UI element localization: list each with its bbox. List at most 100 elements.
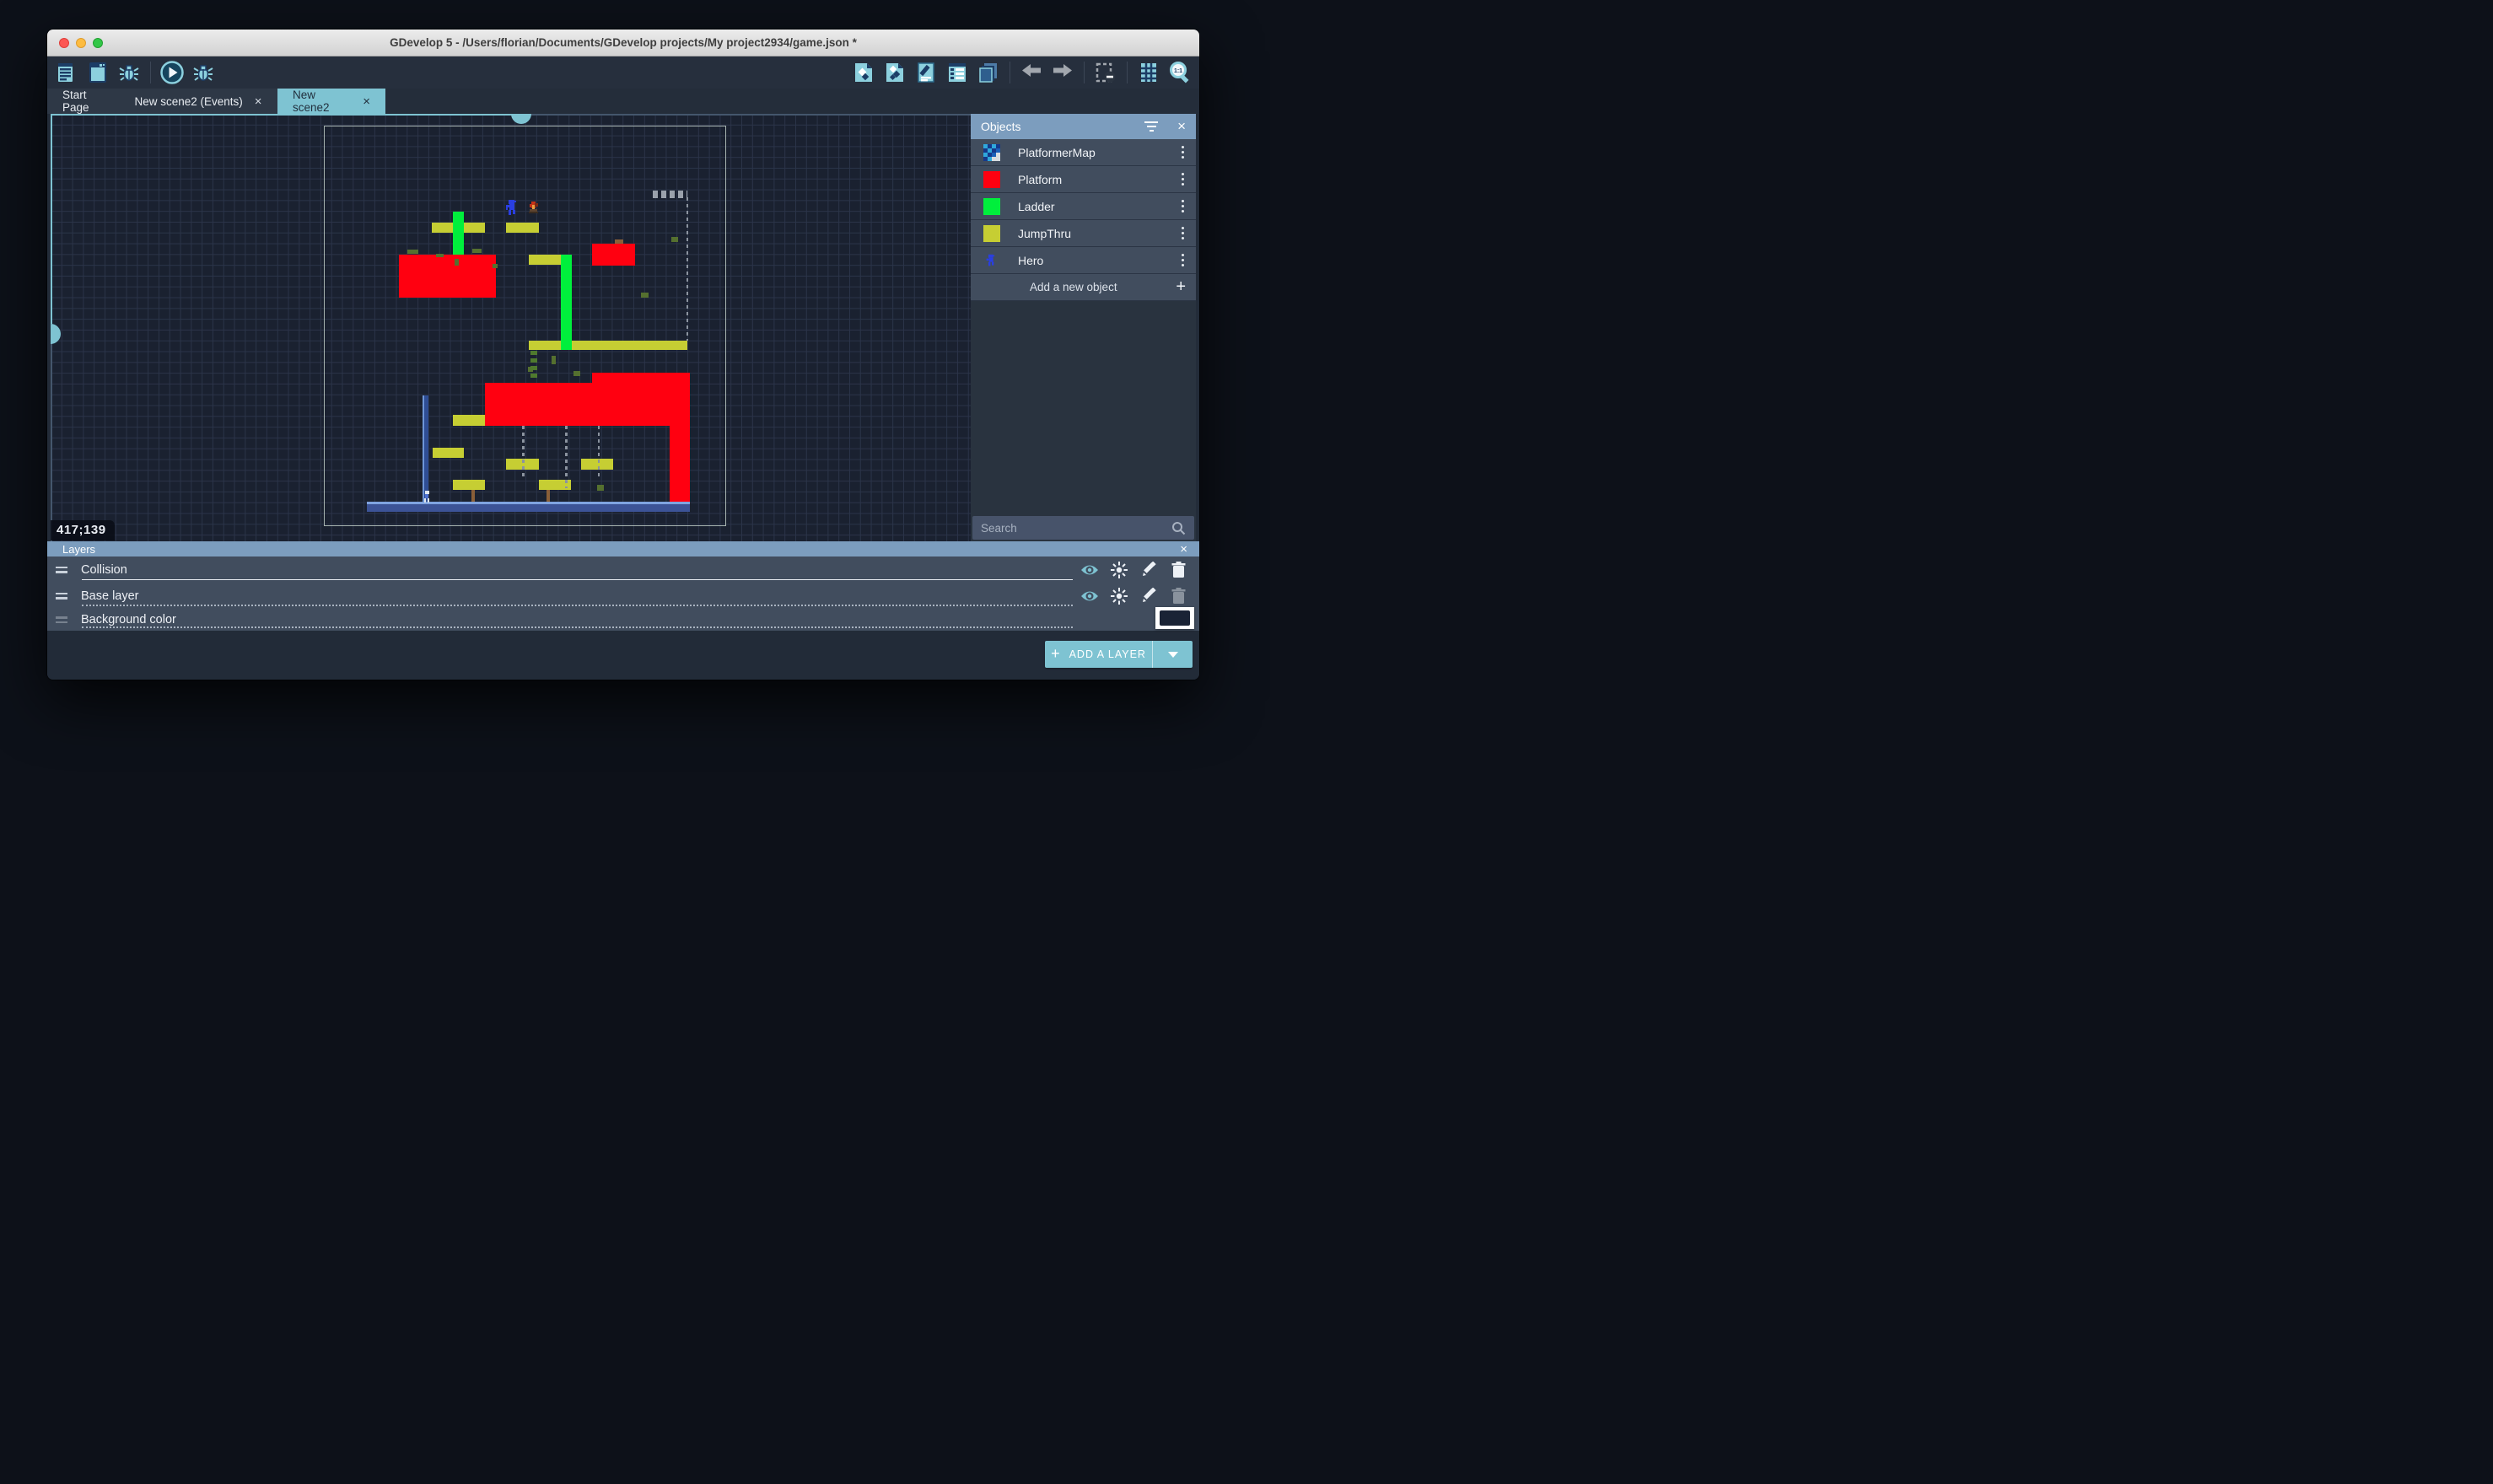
object-row-ladder[interactable]: Ladder (971, 193, 1196, 220)
drag-handle-icon[interactable] (56, 567, 67, 573)
edit-pencil-icon[interactable] (1139, 561, 1158, 579)
redo-icon[interactable] (1050, 60, 1075, 85)
layer-row-background-color[interactable]: Background color (47, 609, 1199, 631)
objects-panel-title: Objects (981, 120, 1144, 133)
hero-thumbnail-icon (983, 252, 1000, 269)
layer-row-collision[interactable]: Collision (47, 556, 1199, 583)
delete-trash-icon[interactable] (1169, 561, 1187, 579)
layers-panel: Layers × Collision Base layer (47, 541, 1199, 680)
level-jumpthru-yellow[interactable] (453, 480, 485, 491)
level-chains-gray (598, 426, 600, 478)
object-groups-editor-icon[interactable] (882, 60, 907, 85)
layers-editor-icon[interactable] (976, 60, 1001, 85)
add-a-layer-button[interactable]: + ADD A LAYER (1045, 641, 1193, 668)
add-a-layer-label: ADD A LAYER (1069, 648, 1146, 660)
level-decor-grass (597, 485, 604, 491)
object-row-jumpthru[interactable]: JumpThru (971, 220, 1196, 247)
level-chains-gray (687, 197, 689, 341)
properties-icon[interactable] (913, 60, 939, 85)
objects-panel: Objects × PlatformerMap Platform Ladder … (971, 114, 1196, 541)
level-decor-brown (615, 239, 623, 245)
objects-search-input[interactable] (981, 522, 1171, 535)
debugger-icon[interactable] (116, 60, 142, 85)
tab-label: Start Page (62, 89, 104, 114)
layers-panel-title: Layers (62, 543, 1180, 556)
tab-new-scene2[interactable]: New scene2 × (277, 89, 385, 114)
visibility-eye-icon[interactable] (1080, 587, 1099, 605)
tab-start-page[interactable]: Start Page (47, 89, 119, 114)
add-layer-dropdown-button[interactable] (1153, 641, 1193, 668)
scene-editor-icon[interactable] (85, 60, 110, 85)
level-platforms-red[interactable] (399, 255, 496, 298)
visibility-eye-icon[interactable] (1080, 561, 1099, 579)
preview-icon[interactable] (159, 60, 185, 85)
close-objects-panel-icon[interactable]: × (1177, 118, 1186, 135)
level-platforms-red[interactable] (592, 373, 690, 384)
level-decor-gray (653, 191, 688, 198)
minimize-window-button[interactable] (76, 38, 86, 48)
close-tab-icon[interactable]: × (255, 94, 262, 109)
level-platforms-red[interactable] (670, 426, 691, 503)
campfire-instance[interactable] (528, 202, 539, 218)
level-jumpthru-yellow[interactable] (529, 255, 561, 266)
editor-tabs: Start Page New scene2 (Events) × New sce… (47, 89, 1199, 114)
tab-new-scene2-events[interactable]: New scene2 (Events) × (119, 89, 277, 114)
level-jumpthru-yellow[interactable] (529, 341, 688, 351)
object-menu-icon[interactable] (1178, 142, 1188, 163)
undo-icon[interactable] (1019, 60, 1044, 85)
background-color-swatch[interactable] (1155, 607, 1194, 629)
layer-row-base-layer[interactable]: Base layer (47, 583, 1199, 609)
filter-icon[interactable] (1144, 121, 1159, 132)
level-chains-gray (522, 426, 525, 478)
grid-icon[interactable] (1136, 60, 1161, 85)
level-decor-grass (671, 237, 678, 242)
close-layers-panel-icon[interactable]: × (1180, 542, 1187, 556)
objects-editor-icon[interactable] (851, 60, 876, 85)
edit-pencil-icon[interactable] (1139, 587, 1158, 605)
player-start-instance[interactable] (423, 491, 431, 507)
level-decor-grass (641, 293, 649, 298)
level-floor-blue[interactable] (367, 502, 690, 512)
hero-instance[interactable] (506, 200, 518, 219)
instances-list-icon[interactable] (945, 60, 970, 85)
level-ladders-green[interactable] (561, 255, 572, 351)
project-manager-icon[interactable] (54, 60, 79, 85)
level-platforms-red[interactable] (485, 383, 690, 426)
object-row-platform[interactable]: Platform (971, 166, 1196, 193)
horizontal-scrollbar-thumb[interactable] (511, 114, 531, 124)
drag-handle-icon[interactable] (56, 593, 67, 600)
layer-name-underline (82, 626, 1073, 628)
level-pole-blue[interactable] (423, 395, 428, 502)
chevron-down-icon (1168, 652, 1178, 658)
debug-preview-icon[interactable] (191, 60, 216, 85)
level-platforms-red[interactable] (592, 244, 635, 266)
object-row-hero[interactable]: Hero (971, 247, 1196, 274)
scene-canvas[interactable]: 417;139 (51, 114, 971, 541)
object-menu-icon[interactable] (1178, 169, 1188, 190)
layer-name-underline (82, 579, 1073, 580)
level-ladders-green[interactable] (453, 212, 464, 255)
object-menu-icon[interactable] (1178, 196, 1188, 217)
object-label: Platform (1018, 173, 1178, 186)
objects-search-box[interactable] (972, 516, 1194, 540)
level-decor-brown (471, 490, 475, 502)
close-tab-icon[interactable]: × (363, 94, 370, 109)
add-new-object-button[interactable]: Add a new object + (971, 274, 1196, 301)
object-row-platformermap[interactable]: PlatformerMap (971, 139, 1196, 166)
object-menu-icon[interactable] (1178, 250, 1188, 271)
toolbar-separator (150, 62, 151, 83)
object-label: Hero (1018, 254, 1178, 267)
delete-selection-icon[interactable] (1093, 60, 1118, 85)
effects-icon[interactable] (1110, 561, 1128, 579)
vertical-scrollbar-thumb[interactable] (51, 324, 61, 344)
effects-icon[interactable] (1110, 587, 1128, 605)
close-window-button[interactable] (59, 38, 69, 48)
level-jumpthru-yellow[interactable] (506, 223, 539, 233)
level-jumpthru-yellow[interactable] (433, 448, 465, 458)
object-menu-icon[interactable] (1178, 223, 1188, 244)
main-toolbar: 1:1 (47, 56, 1199, 89)
plus-icon: + (1176, 277, 1186, 297)
zoom-original-icon[interactable]: 1:1 (1167, 60, 1193, 85)
level-jumpthru-yellow[interactable] (453, 415, 485, 426)
zoom-window-button[interactable] (93, 38, 103, 48)
